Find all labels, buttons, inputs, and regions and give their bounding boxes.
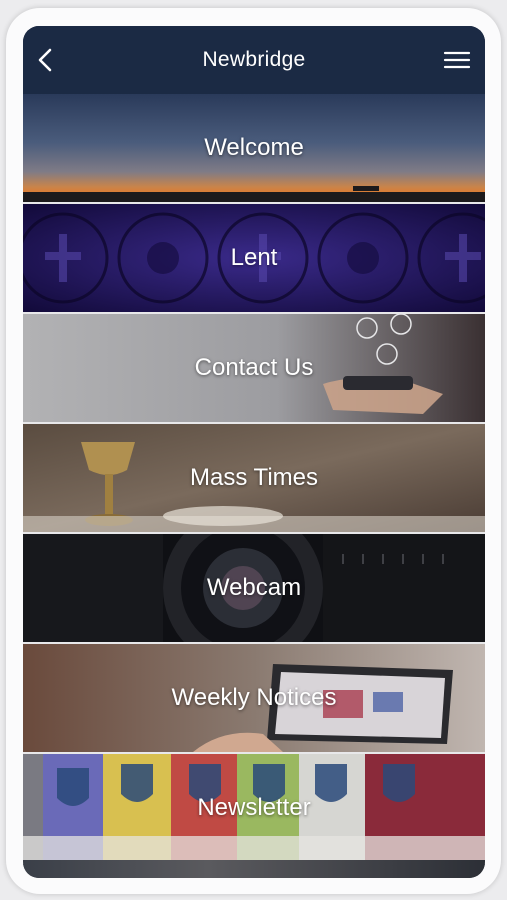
tile-label-contact-us: Contact Us bbox=[194, 354, 314, 381]
tile-label-lent: Lent bbox=[230, 244, 278, 271]
tile-weekly-notices[interactable]: Weekly Notices bbox=[23, 644, 485, 754]
tile-label-mass-times: Mass Times bbox=[189, 464, 318, 491]
tile-welcome[interactable]: Welcome bbox=[23, 94, 485, 204]
tile-contact-us[interactable]: Contact Us bbox=[23, 314, 485, 424]
tile-label-newsletter: Newsletter bbox=[197, 794, 311, 821]
menu-tiles: Welcome Lent Contact Us Mass Times Webca… bbox=[23, 94, 485, 864]
next-tile-partial[interactable] bbox=[23, 860, 485, 878]
app-screen: Newbridge Welcome Lent Contact Us Mass T… bbox=[23, 26, 485, 878]
tile-label-welcome: Welcome bbox=[204, 134, 304, 161]
menu-button[interactable] bbox=[439, 45, 475, 75]
tile-newsletter[interactable]: Newsletter bbox=[23, 754, 485, 864]
tile-label-webcam: Webcam bbox=[206, 574, 302, 601]
tile-webcam[interactable]: Webcam bbox=[23, 534, 485, 644]
chevron-left-icon bbox=[38, 48, 52, 72]
hamburger-menu-icon bbox=[443, 51, 471, 69]
back-button[interactable] bbox=[33, 44, 63, 76]
tile-mass-times[interactable]: Mass Times bbox=[23, 424, 485, 534]
tile-label-weekly-notices: Weekly Notices bbox=[171, 684, 337, 711]
app-header: Newbridge bbox=[23, 26, 485, 94]
page-title: Newbridge bbox=[202, 48, 306, 71]
tile-lent[interactable]: Lent bbox=[23, 204, 485, 314]
